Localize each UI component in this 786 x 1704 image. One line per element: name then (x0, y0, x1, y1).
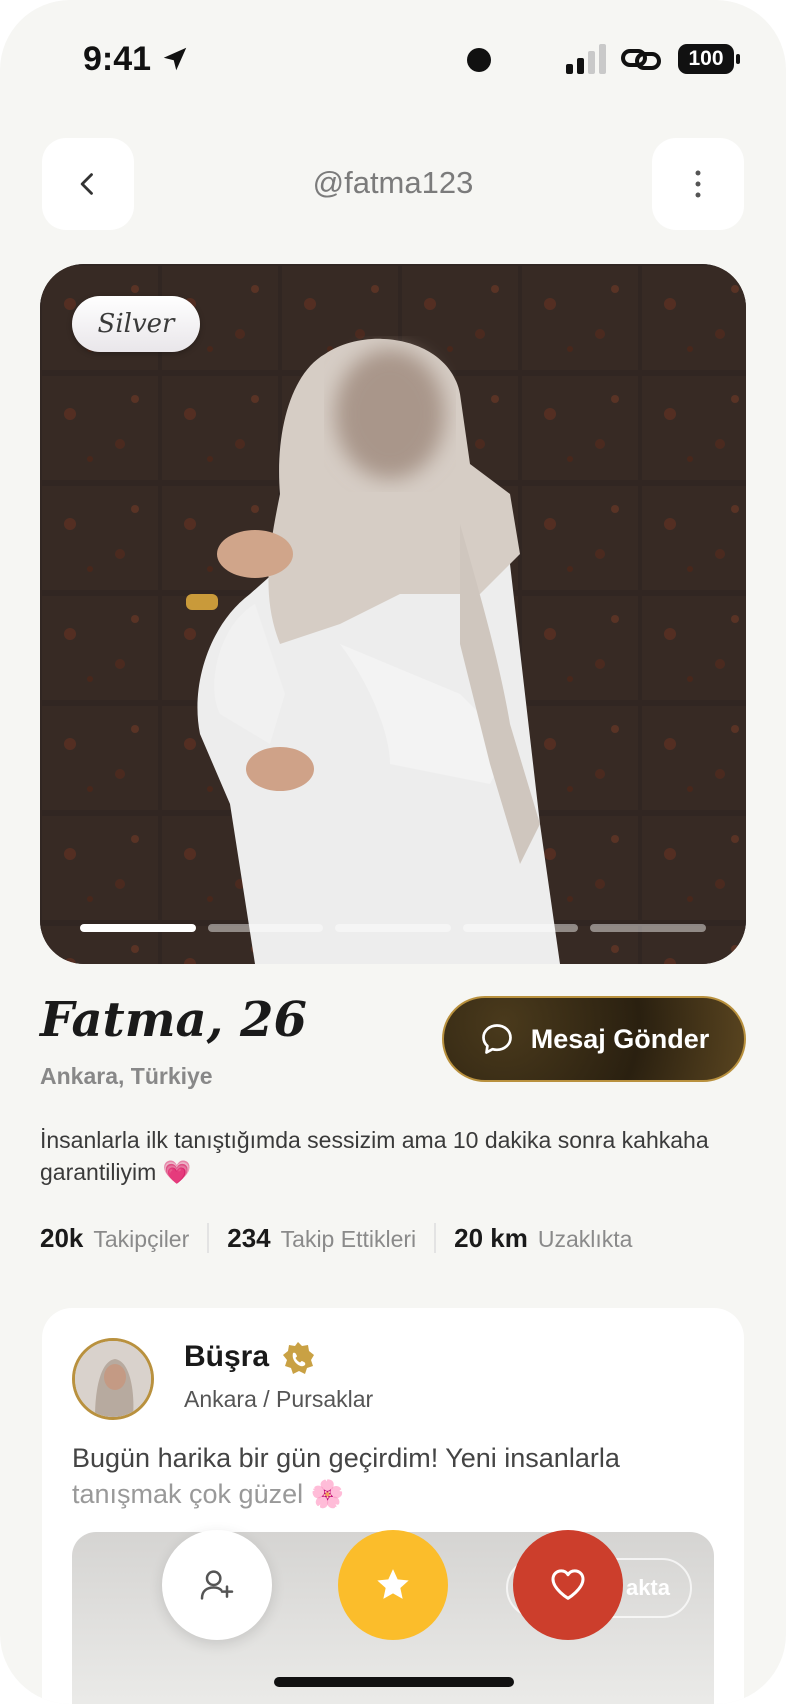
chat-bubble-icon (481, 1024, 512, 1054)
more-vertical-icon (695, 170, 701, 198)
stat-distance: 20 km Uzaklıkta (454, 1223, 632, 1254)
stat-value: 234 (227, 1222, 271, 1253)
verified-badge-icon (283, 1342, 314, 1374)
avatar[interactable] (72, 1338, 154, 1420)
like-button[interactable] (513, 1530, 623, 1640)
heart-icon (551, 1569, 585, 1600)
post-author-name[interactable]: Büşra (184, 1340, 269, 1374)
avatar-image (75, 1341, 151, 1417)
divider (434, 1223, 437, 1253)
page-indicator-3[interactable] (335, 924, 451, 932)
stat-following[interactable]: 234 Takip Ettikleri (227, 1223, 416, 1254)
more-options-button[interactable] (652, 138, 744, 230)
status-time: 9:41 (83, 40, 152, 78)
battery-indicator: 100 (678, 44, 740, 74)
page-indicator-4[interactable] (462, 924, 579, 932)
tier-badge: Silver (72, 296, 200, 352)
profile-bio: İnsanlarla ilk tanıştığımda sessizim ama… (40, 1127, 709, 1185)
stat-label: Takipçiler (93, 1225, 190, 1252)
stat-value: 20k (40, 1222, 84, 1253)
page-indicator-2[interactable] (207, 924, 324, 932)
photo-pagination[interactable] (80, 924, 706, 932)
battery-level: 100 (688, 47, 724, 70)
post-author-location: Ankara / Pursaklar (184, 1386, 374, 1412)
follow-button[interactable] (162, 1530, 272, 1640)
home-indicator (274, 1677, 514, 1687)
profile-location: Ankara, Türkiye (40, 1063, 213, 1089)
location-arrow-icon (163, 47, 187, 71)
stat-label: Takip Ettikleri (280, 1225, 417, 1252)
favorite-button[interactable] (338, 1530, 448, 1640)
profile-photo[interactable]: Silver (40, 264, 746, 964)
post-text: Bugün harika bir gün geçirdim! Yeni insa… (72, 1440, 712, 1512)
post-text-fade: tanışmak çok güzel 🌸 (72, 1479, 345, 1509)
post-text-main: Bugün harika bir gün geçirdim! Yeni insa… (72, 1443, 620, 1473)
phone-screen: 9:41 100 @fatma123 Silver Fatma, 26 Anka… (0, 0, 786, 1704)
profile-name-age: Fatma, 26 (40, 992, 307, 1048)
connection-icon (621, 49, 661, 70)
star-icon (377, 1569, 409, 1599)
send-message-label: Mesaj Gönder (530, 1023, 710, 1054)
add-user-icon (200, 1570, 234, 1600)
page-indicator-1[interactable] (80, 924, 196, 932)
divider (207, 1223, 210, 1253)
page-indicator-5[interactable] (590, 924, 706, 932)
photo-illustration (40, 264, 746, 964)
camera-dot (467, 48, 491, 72)
profile-stats: 20k Takipçiler 234 Takip Ettikleri 20 km… (40, 1218, 746, 1258)
send-message-button[interactable]: Mesaj Gönder (442, 996, 746, 1082)
post-card[interactable]: Büşra Ankara / Pursaklar Bugün harika bi… (42, 1308, 744, 1704)
stat-followers[interactable]: 20k Takipçiler (40, 1223, 189, 1254)
status-bar: 9:41 100 (0, 0, 786, 120)
stat-value: 20 km (454, 1222, 528, 1253)
stat-label: Uzaklıkta (537, 1225, 633, 1252)
signal-icon (566, 44, 606, 74)
